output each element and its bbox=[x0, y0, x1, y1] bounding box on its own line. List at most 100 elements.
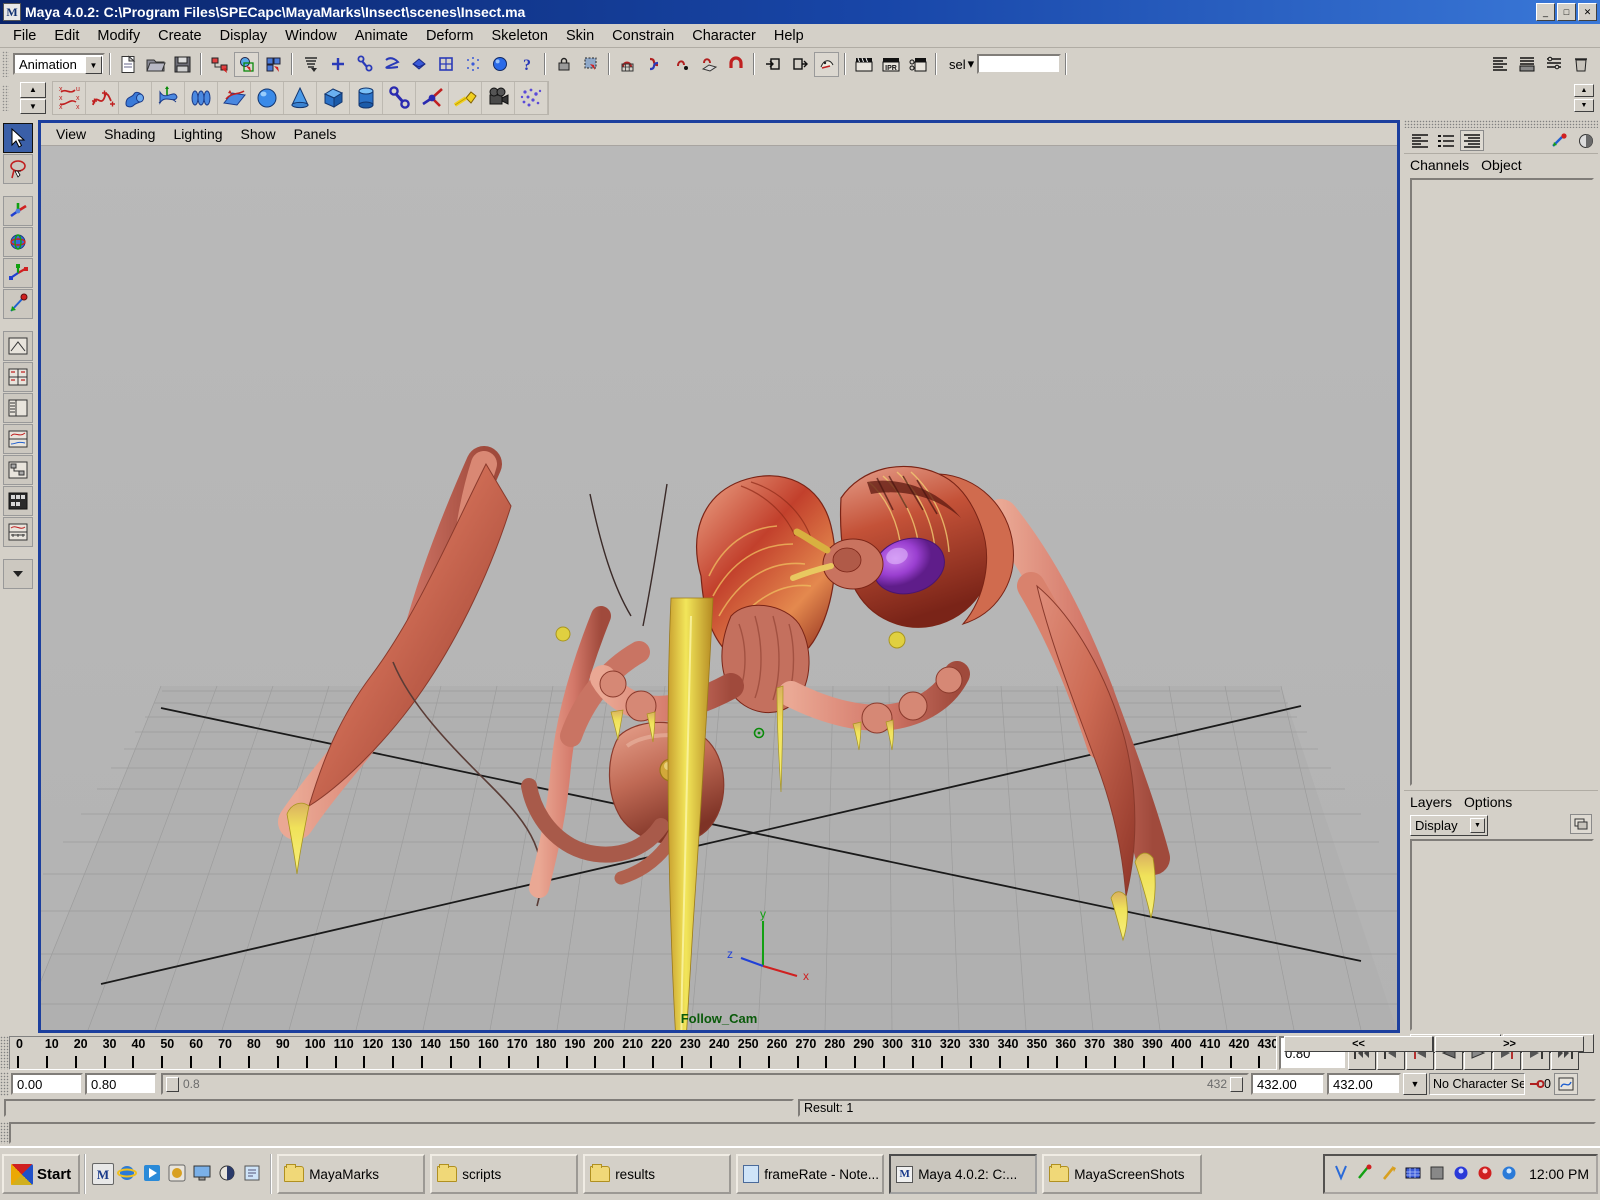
render-current-frame-icon[interactable] bbox=[851, 52, 876, 77]
menu-modify[interactable]: Modify bbox=[88, 26, 149, 46]
viewport-menu-view[interactable]: View bbox=[47, 125, 95, 143]
tab-channels[interactable]: Channels bbox=[1410, 157, 1469, 173]
ik-handle-tool-icon[interactable] bbox=[383, 82, 416, 114]
menu-file[interactable]: File bbox=[4, 26, 45, 46]
auto-keyframe-toggle[interactable]: 0 bbox=[1528, 1076, 1551, 1092]
tray-icon-7[interactable] bbox=[1476, 1164, 1496, 1184]
nurbs-planar-icon[interactable] bbox=[218, 82, 251, 114]
start-button[interactable]: Start bbox=[2, 1154, 80, 1194]
close-button[interactable]: ✕ bbox=[1578, 3, 1597, 21]
range-start-time-field[interactable]: 0.80 bbox=[85, 1073, 157, 1095]
layout-outliner-persp[interactable] bbox=[3, 393, 33, 423]
menu-window[interactable]: Window bbox=[276, 26, 346, 46]
time-slider-grip[interactable] bbox=[0, 1036, 9, 1070]
ipr-render-icon[interactable]: IPR bbox=[878, 52, 903, 77]
menu-display[interactable]: Display bbox=[211, 26, 277, 46]
taskbar-button-framerate-notepad[interactable]: frameRate - Note... bbox=[736, 1154, 884, 1194]
add-icon[interactable] bbox=[325, 52, 350, 77]
render-sphere-icon[interactable] bbox=[487, 52, 512, 77]
layout-persp-dope[interactable] bbox=[3, 517, 33, 547]
range-slider-right-handle[interactable] bbox=[1230, 1077, 1243, 1092]
tray-icon-5[interactable] bbox=[1428, 1164, 1448, 1184]
tab-layers[interactable]: Layers bbox=[1410, 794, 1452, 810]
menu-skeleton[interactable]: Skeleton bbox=[483, 26, 557, 46]
help-icon[interactable]: ? bbox=[514, 52, 539, 77]
select-by-component-icon[interactable] bbox=[261, 52, 286, 77]
show-attribute-editor-icon[interactable] bbox=[1514, 52, 1539, 77]
playback-speed-dropdown[interactable]: ▼ bbox=[1403, 1073, 1427, 1095]
nurbs-extrude-icon[interactable] bbox=[152, 82, 185, 114]
channel-layer-icon[interactable] bbox=[1460, 130, 1484, 151]
taskbar-button-mayamarks[interactable]: MayaMarks bbox=[277, 1154, 425, 1194]
select-tool[interactable] bbox=[3, 123, 33, 153]
animation-preferences-icon[interactable] bbox=[1554, 1073, 1578, 1095]
shelf-grip[interactable] bbox=[2, 85, 9, 111]
media-player-icon[interactable] bbox=[142, 1163, 164, 1185]
new-layer-icon[interactable] bbox=[1570, 814, 1592, 834]
ik-handle-icon[interactable] bbox=[352, 52, 377, 77]
taskbar-button-mayascreenshots[interactable]: MayaScreenShots bbox=[1042, 1154, 1202, 1194]
show-desktop-icon[interactable] bbox=[242, 1163, 264, 1185]
show-manipulator-tool[interactable] bbox=[3, 289, 33, 319]
layout-single-perspective[interactable] bbox=[3, 331, 33, 361]
chevron-down-icon[interactable]: ▾ bbox=[968, 56, 975, 72]
viewport-menu-shading[interactable]: Shading bbox=[95, 125, 164, 143]
light-icon[interactable] bbox=[449, 82, 482, 114]
poly-cube-icon[interactable] bbox=[317, 82, 350, 114]
shelf-scroll-down-button[interactable]: ▼ bbox=[20, 99, 46, 115]
shelf-more-up-button[interactable]: ▲ bbox=[1574, 84, 1594, 97]
set-key-icon[interactable]: xxxuxx bbox=[53, 82, 86, 114]
selection-mask-control[interactable]: sel ▾ bbox=[949, 56, 974, 72]
curve-icon[interactable] bbox=[379, 52, 404, 77]
tab-options[interactable]: Options bbox=[1464, 794, 1512, 810]
taskbar-button-scripts[interactable]: scripts bbox=[430, 1154, 578, 1194]
shelf-tab-selector[interactable]: ▲ ▼ bbox=[20, 82, 46, 114]
select-hierarchy-mode-icon[interactable] bbox=[298, 52, 323, 77]
new-scene-icon[interactable] bbox=[116, 52, 141, 77]
delete-icon[interactable] bbox=[1568, 52, 1593, 77]
animation-start-time-field[interactable]: 0.00 bbox=[11, 1073, 83, 1095]
select-by-hierarchy-icon[interactable] bbox=[207, 52, 232, 77]
nurbs-loft-icon[interactable] bbox=[185, 82, 218, 114]
menu-animate[interactable]: Animate bbox=[346, 26, 417, 46]
menu-skin[interactable]: Skin bbox=[557, 26, 603, 46]
poly-cone-icon[interactable] bbox=[284, 82, 317, 114]
tab-object[interactable]: Object bbox=[1481, 157, 1521, 173]
shelf-more-down-button[interactable]: ▼ bbox=[1574, 99, 1594, 112]
poly-sphere-icon[interactable] bbox=[251, 82, 284, 114]
layer-list[interactable] bbox=[1410, 839, 1594, 1031]
shelf-scroll-up-button[interactable]: ▲ bbox=[20, 82, 46, 98]
help-line-grip[interactable] bbox=[0, 1122, 9, 1144]
minimize-button[interactable]: _ bbox=[1536, 3, 1555, 21]
layout-four-view[interactable] bbox=[3, 362, 33, 392]
command-input[interactable] bbox=[4, 1099, 794, 1117]
input-connections-icon[interactable] bbox=[760, 52, 785, 77]
maximize-button[interactable]: □ bbox=[1557, 3, 1576, 21]
layer-editor-icon[interactable] bbox=[1434, 130, 1458, 151]
tray-icon-4[interactable] bbox=[1404, 1164, 1424, 1184]
animation-end-time-field[interactable]: 432.00 bbox=[1327, 1073, 1401, 1095]
viewport-canvas[interactable]: y x z y x z Follow_Cam bbox=[41, 146, 1397, 1030]
channel-list[interactable] bbox=[1410, 178, 1594, 786]
layout-more-arrow[interactable] bbox=[3, 559, 33, 589]
range-end-time-field[interactable]: 432.00 bbox=[1251, 1073, 1325, 1095]
menu-edit[interactable]: Edit bbox=[45, 26, 88, 46]
chevron-down-icon[interactable]: ▼ bbox=[1470, 818, 1485, 833]
show-channel-box-icon[interactable] bbox=[1487, 52, 1512, 77]
maya-quick-icon[interactable]: M bbox=[92, 1163, 114, 1185]
toolbar-grip[interactable] bbox=[2, 51, 9, 77]
lasso-tool[interactable] bbox=[3, 154, 33, 184]
taskbar-button-results[interactable]: results bbox=[583, 1154, 731, 1194]
layout-hypershade-persp[interactable] bbox=[3, 486, 33, 516]
chevron-down-icon[interactable]: ▼ bbox=[85, 56, 102, 74]
tool-settings-icon[interactable] bbox=[1574, 130, 1598, 151]
camera-icon[interactable] bbox=[482, 82, 515, 114]
output-connections-icon[interactable] bbox=[787, 52, 812, 77]
particle-icon[interactable] bbox=[515, 82, 548, 114]
panel-nav-prev-button[interactable]: << bbox=[1284, 1036, 1433, 1052]
channel-box-icon[interactable] bbox=[1408, 130, 1432, 151]
lock-icon[interactable] bbox=[551, 52, 576, 77]
poly-cylinder-icon[interactable] bbox=[350, 82, 383, 114]
time-slider[interactable]: 0102030405060708090100110120130140150160… bbox=[9, 1036, 1277, 1070]
select-by-object-icon[interactable] bbox=[234, 52, 259, 77]
